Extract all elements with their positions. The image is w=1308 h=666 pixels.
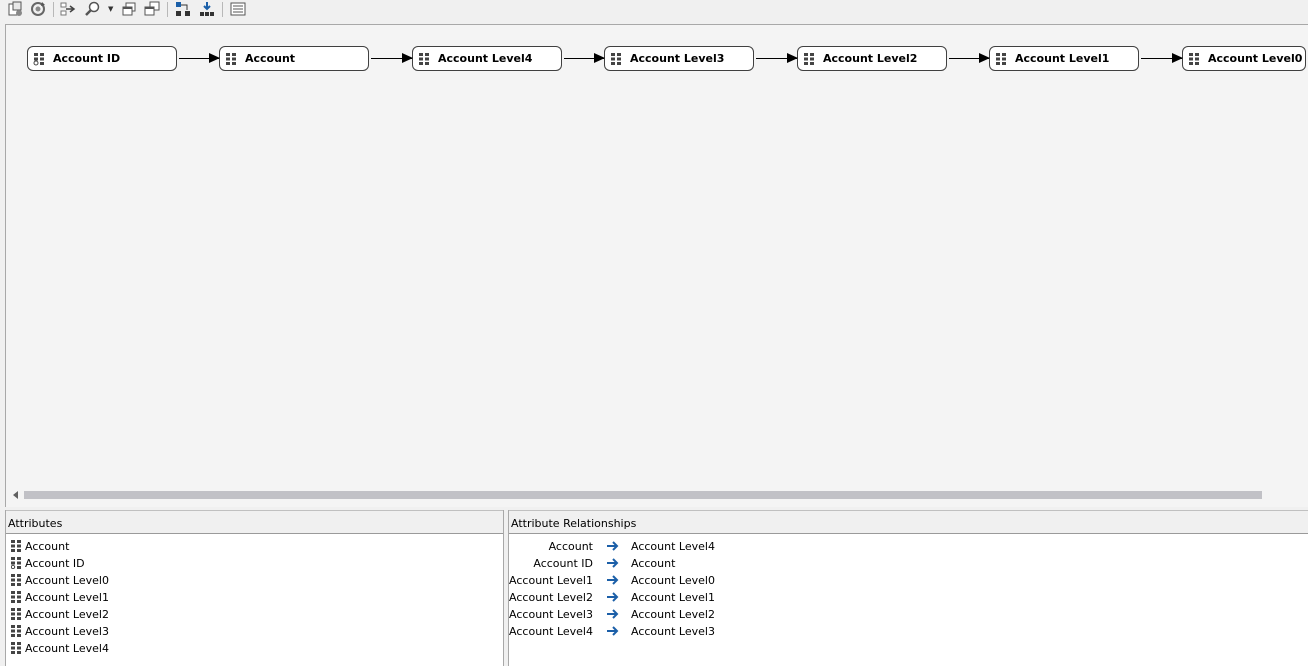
relationship-connector[interactable] [371,53,413,63]
attribute-label: Account Level1 [25,591,109,604]
diagram-node-account-level1[interactable]: Account Level1 [989,46,1139,71]
relationship-target: Account Level3 [631,625,715,638]
relationship-arrow-icon [607,592,619,602]
attribute-label: Account ID [25,557,85,570]
node-label: Account Level3 [630,52,725,65]
attribute-relationships-pane: Attribute Relationships Account Account … [508,510,1308,666]
attribute-label: Account [25,540,70,553]
attribute-icon [419,53,429,65]
attribute-icon [804,53,814,65]
new-attribute-relationship-icon[interactable] [7,1,23,17]
relationship-source: Account Level3 [509,608,593,621]
node-label: Account Level0 [1208,52,1303,65]
download-icon[interactable] [199,1,215,17]
diagram-node-account-level3[interactable]: Account Level3 [604,46,754,71]
diagram-node-account-level2[interactable]: Account Level2 [797,46,947,71]
relationship-source: Account Level4 [509,625,593,638]
diagram-node-account[interactable]: Account [219,46,369,71]
horizontal-scrollbar[interactable] [9,490,1267,501]
attribute-icon [11,642,21,654]
relationship-row[interactable]: Account Level1 Account Level0 [509,572,809,589]
attribute-icon [11,608,21,620]
arrange-icon[interactable] [144,1,160,17]
relationship-connector[interactable] [564,53,605,63]
attribute-label: Account Level4 [25,642,109,655]
scrollbar-thumb[interactable] [24,491,1262,499]
relationship-target: Account Level1 [631,591,715,604]
refresh-icon[interactable] [30,1,46,17]
relationship-connector[interactable] [1141,53,1183,63]
relationship-arrow-icon [607,626,619,636]
attribute-label: Account Level3 [25,625,109,638]
attribute-label: Account Level2 [25,608,109,621]
relationship-row[interactable]: Account Account Level4 [509,538,809,555]
relationship-arrow-icon [607,575,619,585]
relationship-diagram-canvas[interactable]: Account ID Account Account Level4 Accoun… [5,24,1308,507]
relationship-arrow-icon [607,558,619,568]
attribute-icon [1189,53,1199,65]
key-attribute-icon [33,53,44,66]
toolbar-separator [222,2,223,17]
node-label: Account Level4 [438,52,533,65]
attribute-icon [996,53,1006,65]
relationship-connector[interactable] [179,53,220,63]
connect-icon[interactable] [60,1,76,17]
relationship-target: Account Level2 [631,608,715,621]
relationship-row[interactable]: Account Level4 Account Level3 [509,623,809,640]
layout-icon[interactable] [175,1,191,17]
attributes-pane-header: Attributes [6,510,503,534]
relationship-source: Account Level1 [509,574,593,587]
chevron-down-icon[interactable]: ▼ [108,5,113,13]
relationship-source: Account ID [533,557,593,570]
relationships-list: Account Account Level4 Account ID Accoun… [509,534,1308,666]
copy-icon[interactable] [121,1,137,17]
properties-icon[interactable] [230,1,246,17]
diagram-node-account-level0[interactable]: Account Level0 [1182,46,1306,71]
node-label: Account ID [53,52,121,65]
relationship-row[interactable]: Account ID Account [509,555,809,572]
relationship-target: Account Level0 [631,574,715,587]
toolbar-separator [53,2,54,17]
relationship-row[interactable]: Account Level3 Account Level2 [509,606,809,623]
toolbar-separator [167,2,168,17]
node-label: Account Level1 [1015,52,1110,65]
node-label: Account [245,52,296,65]
attributes-list: Account Account ID Account Level0 Accoun… [6,534,503,666]
zoom-icon[interactable] [85,1,101,17]
scroll-left-icon[interactable] [13,491,18,499]
key-attribute-icon [11,557,21,569]
attribute-icon [11,625,21,637]
diagram-node-account-id[interactable]: Account ID [27,46,177,71]
attribute-icon [611,53,621,65]
relationship-connector[interactable] [756,53,798,63]
attributes-pane: Attributes Account Account ID Account Le… [5,510,504,666]
relationship-arrow-icon [607,609,619,619]
relationship-row[interactable]: Account Level2 Account Level1 [509,589,809,606]
attribute-label: Account Level0 [25,574,109,587]
toolbar: ▼ [0,0,1308,20]
attribute-icon [11,540,21,552]
relationship-target: Account [631,557,676,570]
attribute-icon [226,53,236,65]
attribute-icon [11,591,21,603]
attribute-icon [11,574,21,586]
relationship-connector[interactable] [949,53,990,63]
diagram-node-account-level4[interactable]: Account Level4 [412,46,562,71]
relationship-arrow-icon [607,541,619,551]
relationships-pane-header: Attribute Relationships [509,510,1308,534]
relationship-source: Account Level2 [509,591,593,604]
relationship-target: Account Level4 [631,540,715,553]
node-label: Account Level2 [823,52,918,65]
relationship-source: Account [548,540,593,553]
